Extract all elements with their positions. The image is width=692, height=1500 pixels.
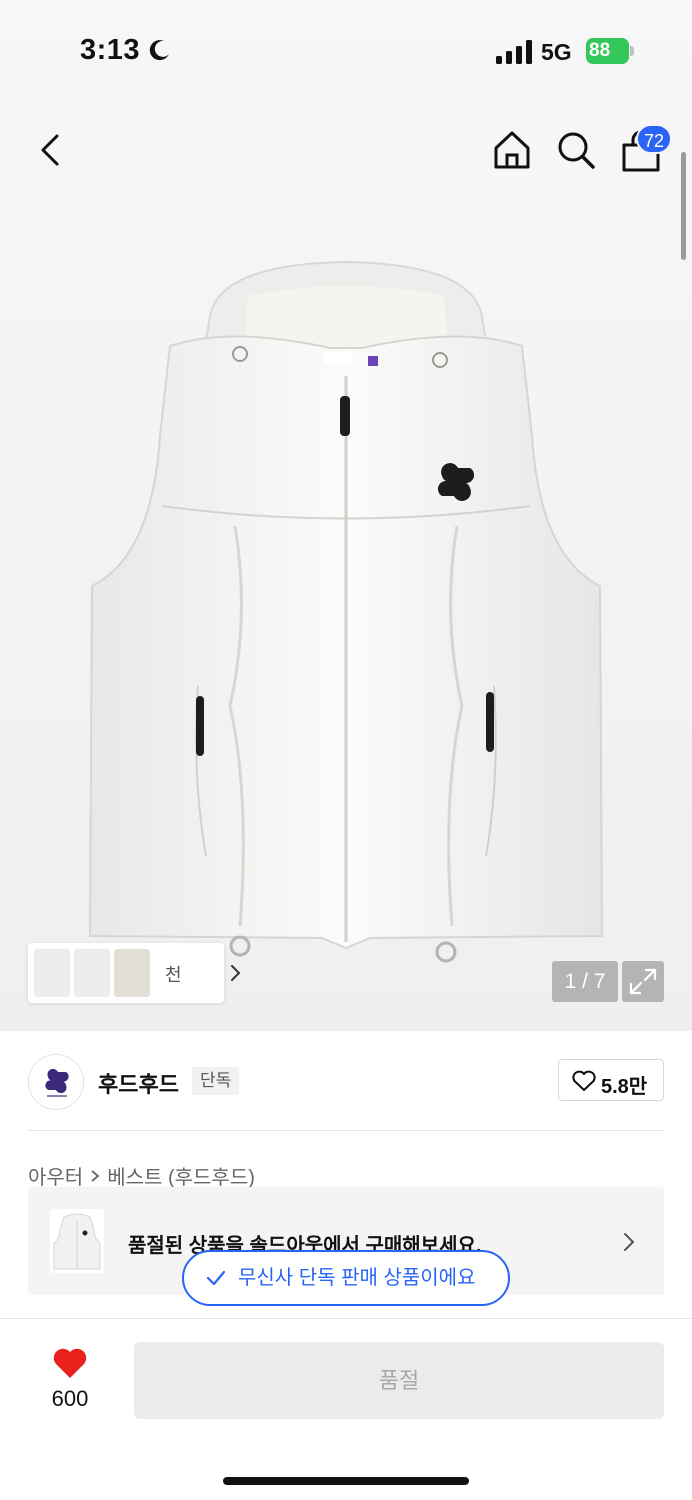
search-icon[interactable] (554, 128, 598, 172)
back-icon[interactable] (30, 128, 70, 172)
divider (28, 1130, 664, 1131)
cart-count-badge: 72 (636, 124, 672, 154)
home-indicator (223, 1477, 469, 1485)
thumbnail-strip[interactable]: 천 (28, 943, 241, 1003)
soldout-button[interactable]: 품절 (134, 1342, 664, 1419)
status-time: 3:13 (80, 34, 141, 66)
brand-logo[interactable] (28, 1054, 84, 1110)
moon-icon (149, 40, 169, 61)
exclusive-badge: 단독 (192, 1067, 240, 1095)
thumbnail-label: 천 (165, 965, 182, 985)
battery-level: 88 (589, 40, 611, 61)
breadcrumb: 아우터 베스트 (후드후드) (28, 1161, 255, 1190)
heart-filled-icon[interactable] (52, 1346, 88, 1380)
thumbnail[interactable] (74, 949, 110, 997)
exclusive-sale-text: 무신사 단독 판매 상품이에요 (238, 1267, 476, 1289)
scrollbar[interactable] (681, 152, 686, 260)
brand-like-button[interactable]: 5.8만 (558, 1059, 664, 1101)
brand-logo-mark (45, 1068, 69, 1097)
chevron-right-icon (624, 1233, 635, 1251)
page-counter: 1 / 7 (552, 961, 618, 1002)
thumbnail[interactable] (114, 949, 150, 997)
check-icon (206, 1270, 226, 1286)
chevron-right-icon (231, 965, 241, 981)
heart-outline-icon (572, 1070, 596, 1091)
bottom-bar-divider (0, 1318, 692, 1319)
expand-icon[interactable] (622, 961, 664, 1002)
network-label: 5G (541, 39, 572, 65)
thumbnail[interactable] (34, 949, 70, 997)
product-image (88, 260, 604, 963)
soldout-product-thumbnail (50, 1209, 104, 1273)
brand-name[interactable]: 후드후드 (98, 1067, 179, 1099)
chevron-right-icon (91, 1169, 100, 1182)
signal-icon (496, 40, 532, 64)
product-gallery[interactable]: 3:13 5G 88 72 천 1 / 7 (0, 0, 692, 1031)
breadcrumb-category[interactable]: 아우터 (28, 1161, 83, 1190)
product-like-count: 600 (51, 1386, 89, 1411)
brand-like-count: 5.8만 (601, 1076, 648, 1098)
breadcrumb-subcategory[interactable]: 베스트 (후드후드) (107, 1161, 255, 1190)
home-icon[interactable] (490, 128, 534, 172)
status-bar: 3:13 5G 88 (0, 0, 692, 100)
battery-icon: 88 (586, 38, 634, 64)
exclusive-sale-pill: 무신사 단독 판매 상품이에요 (182, 1250, 510, 1306)
